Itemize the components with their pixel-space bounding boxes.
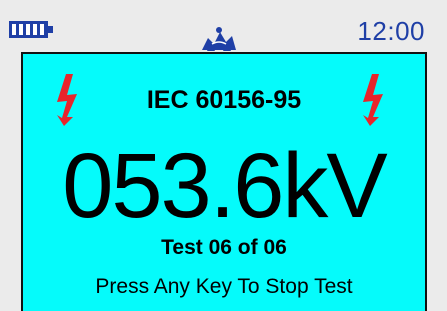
battery-full-icon	[9, 21, 53, 38]
voltage-reading: 053.6kV	[62, 135, 388, 237]
test-mode-icon	[202, 27, 236, 51]
status-bar: 12:00	[0, 0, 447, 51]
test-counter: Test 06 of 06	[161, 236, 287, 259]
stop-test-instruction: Press Any Key To Stop Test	[95, 275, 353, 298]
test-display: IEC 60156-95 053.6kV Test 06 of 06 Press…	[21, 52, 427, 311]
high-voltage-icon	[363, 74, 383, 126]
clock: 12:00	[357, 16, 425, 46]
